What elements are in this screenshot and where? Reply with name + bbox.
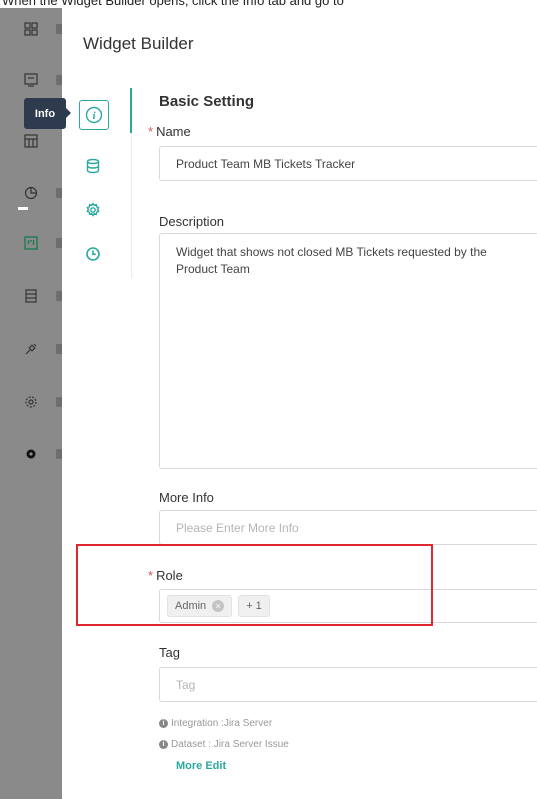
database-icon bbox=[86, 158, 100, 174]
gear-icon bbox=[86, 202, 100, 217]
grid-icon[interactable] bbox=[24, 22, 38, 36]
clock-icon bbox=[86, 247, 100, 261]
table-icon[interactable] bbox=[24, 134, 38, 148]
more-info-label: More Info bbox=[159, 490, 214, 505]
info-tooltip: Info bbox=[24, 98, 66, 129]
name-input-value: Product Team MB Tickets Tracker bbox=[176, 156, 356, 171]
info-icon: i bbox=[85, 106, 103, 124]
svg-text:i: i bbox=[92, 110, 96, 122]
list-icon[interactable] bbox=[24, 289, 38, 303]
active-nav-marker bbox=[18, 207, 28, 210]
instruction-text: When the Widget Builder opens, click the… bbox=[2, 0, 344, 8]
plug-icon[interactable] bbox=[24, 342, 38, 356]
tab-dataset[interactable] bbox=[81, 154, 105, 178]
role-highlight-box bbox=[76, 544, 433, 626]
name-input[interactable]: Product Team MB Tickets Tracker bbox=[159, 146, 537, 181]
tab-settings[interactable] bbox=[81, 198, 105, 222]
widget-builder-panel: Widget Builder i Basic Setting * Name Pro… bbox=[62, 8, 537, 799]
tab-schedule[interactable] bbox=[81, 242, 105, 266]
tag-label: Tag bbox=[159, 645, 180, 660]
info-dot-icon: i bbox=[159, 740, 168, 749]
more-info-placeholder: Please Enter More Info bbox=[176, 520, 299, 535]
settings-icon[interactable] bbox=[24, 447, 38, 461]
monitor-icon[interactable] bbox=[24, 73, 38, 87]
tab-info[interactable]: i bbox=[79, 100, 109, 130]
dataset-text: Dataset : Jira Server Issue bbox=[171, 739, 289, 750]
name-label: * Name bbox=[148, 124, 191, 139]
gear-icon[interactable] bbox=[24, 395, 38, 409]
section-title: Basic Setting bbox=[159, 93, 255, 110]
tag-input[interactable]: Tag bbox=[159, 667, 537, 702]
info-dot-icon: i bbox=[159, 719, 168, 728]
tab-active-indicator bbox=[130, 88, 132, 133]
dataset-meta: i Dataset : Jira Server Issue bbox=[159, 739, 289, 750]
description-value: Widget that shows not closed MB Tickets … bbox=[176, 245, 487, 276]
panel-title: Widget Builder bbox=[83, 34, 194, 53]
board-icon[interactable] bbox=[24, 236, 38, 250]
integration-text: Integration :Jira Server bbox=[171, 718, 273, 729]
integration-meta: i Integration :Jira Server bbox=[159, 718, 272, 729]
more-info-input[interactable]: Please Enter More Info bbox=[159, 510, 537, 545]
required-mark: * bbox=[148, 124, 154, 139]
name-label-text: Name bbox=[156, 124, 191, 139]
tag-placeholder: Tag bbox=[176, 677, 196, 692]
builder-tab-rail: i bbox=[62, 88, 132, 278]
description-textarea[interactable]: Widget that shows not closed MB Tickets … bbox=[159, 233, 537, 469]
pie-chart-icon[interactable] bbox=[24, 186, 38, 200]
more-edit-link[interactable]: More Edit bbox=[176, 760, 226, 772]
description-label: Description bbox=[159, 214, 225, 229]
tooltip-arrow bbox=[66, 108, 71, 118]
